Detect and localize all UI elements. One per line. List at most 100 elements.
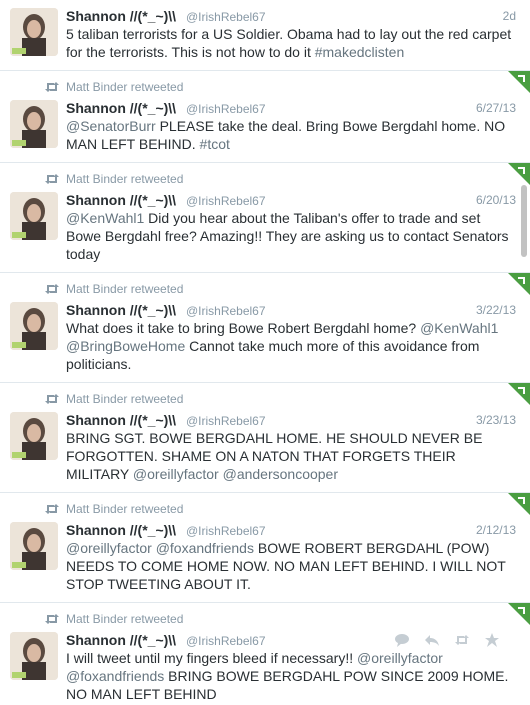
avatar-image <box>10 522 58 570</box>
avatar-image <box>10 192 58 240</box>
author-name[interactable]: Shannon //(*_~)\\ <box>66 302 176 318</box>
tweet-5[interactable]: Matt Binder retweeted Shannon //(*_~)\\ … <box>0 493 530 603</box>
tweet-text: 5 taliban terrorists for a US Soldier. O… <box>66 25 518 61</box>
avatar-image <box>10 302 58 350</box>
tweet-3[interactable]: Matt Binder retweeted Shannon //(*_~)\\ … <box>0 273 530 383</box>
author-handle[interactable]: @IrishRebel67 <box>186 304 266 318</box>
tweet-text: I will tweet until my fingers bleed if n… <box>66 649 518 703</box>
retweet-context: Matt Binder retweeted <box>44 612 183 626</box>
corner-icon <box>508 493 530 515</box>
tweet-text: @SenatorBurr PLEASE take the deal. Bring… <box>66 117 518 153</box>
conversation-icon[interactable] <box>394 633 410 647</box>
retweet-context: Matt Binder retweeted <box>44 392 183 406</box>
corner-icon <box>508 71 530 93</box>
retweeted-by-label[interactable]: Matt Binder retweeted <box>66 502 183 516</box>
mention-link[interactable]: @SenatorBurr <box>66 118 156 134</box>
author-name[interactable]: Shannon //(*_~)\\ <box>66 192 176 208</box>
retweeted-by-label[interactable]: Matt Binder retweeted <box>66 80 183 94</box>
author-handle[interactable]: @IrishRebel67 <box>186 634 266 648</box>
retweet-icon <box>45 284 59 294</box>
retweet-icon[interactable] <box>454 633 470 647</box>
retweet-icon <box>45 394 59 404</box>
retweeted-by-label[interactable]: Matt Binder retweeted <box>66 282 183 296</box>
retweet-context: Matt Binder retweeted <box>44 80 183 94</box>
tweet-text: @oreillyfactor @foxandfriends BOWE ROBER… <box>66 539 518 593</box>
mention-link[interactable]: @BringBoweHome <box>66 338 185 354</box>
avatar-image <box>10 8 58 56</box>
corner-icon <box>508 383 530 405</box>
tweet-timestamp[interactable]: 2d <box>503 7 516 25</box>
retweeted-by-label[interactable]: Matt Binder retweeted <box>66 172 183 186</box>
author-handle[interactable]: @IrishRebel67 <box>186 194 266 208</box>
tweet-header: Shannon //(*_~)\\ @IrishRebel67 3/22/13 <box>66 301 516 319</box>
tweet-timestamp[interactable]: 6/27/13 <box>476 99 516 117</box>
tweet-timestamp[interactable]: 3/23/13 <box>476 411 516 429</box>
tweet-0[interactable]: Shannon //(*_~)\\ @IrishRebel67 2d 5 tal… <box>0 0 530 71</box>
tweet-1[interactable]: Matt Binder retweeted Shannon //(*_~)\\ … <box>0 71 530 163</box>
author-name[interactable]: Shannon //(*_~)\\ <box>66 8 176 24</box>
corner-icon <box>508 163 530 185</box>
author-handle[interactable]: @IrishRebel67 <box>186 10 266 24</box>
mention-link[interactable]: @foxandfriends <box>156 540 254 556</box>
tweet-header: Shannon //(*_~)\\ @IrishRebel67 6/27/13 <box>66 99 516 117</box>
avatar[interactable] <box>10 100 58 148</box>
corner-icon <box>508 273 530 295</box>
retweet-icon <box>45 504 59 514</box>
author-name[interactable]: Shannon //(*_~)\\ <box>66 632 176 648</box>
avatar[interactable] <box>10 632 58 680</box>
tweet-2[interactable]: Matt Binder retweeted Shannon //(*_~)\\ … <box>0 163 530 273</box>
scrollbar-thumb[interactable] <box>521 185 527 257</box>
tweet-text: @KenWahl1 Did you hear about the Taliban… <box>66 209 518 263</box>
tweet-header: Shannon //(*_~)\\ @IrishRebel67 3/23/13 <box>66 411 516 429</box>
tweet-6[interactable]: Matt Binder retweeted Shannon //(*_~)\\ … <box>0 603 530 705</box>
author-handle[interactable]: @IrishRebel67 <box>186 414 266 428</box>
retweet-context: Matt Binder retweeted <box>44 502 183 516</box>
tweet-header: Shannon //(*_~)\\ @IrishRebel67 2/12/13 <box>66 521 516 539</box>
author-handle[interactable]: @IrishRebel67 <box>186 524 266 538</box>
avatar-image <box>10 100 58 148</box>
tweet-4[interactable]: Matt Binder retweeted Shannon //(*_~)\\ … <box>0 383 530 493</box>
corner-icon <box>508 603 530 625</box>
retweet-context: Matt Binder retweeted <box>44 282 183 296</box>
tweet-text: What does it take to bring Bowe Robert B… <box>66 319 518 373</box>
retweeted-by-label[interactable]: Matt Binder retweeted <box>66 612 183 626</box>
tweet-header: Shannon //(*_~)\\ @IrishRebel67 6/20/13 <box>66 191 516 209</box>
retweeted-by-label[interactable]: Matt Binder retweeted <box>66 392 183 406</box>
mention-link[interactable]: @KenWahl1 <box>420 320 498 336</box>
mention-link[interactable]: @KenWahl1 <box>66 210 144 226</box>
author-name[interactable]: Shannon //(*_~)\\ <box>66 412 176 428</box>
tweet-timestamp[interactable]: 3/22/13 <box>476 301 516 319</box>
avatar[interactable] <box>10 522 58 570</box>
avatar-image <box>10 632 58 680</box>
tweet-actions <box>394 633 500 647</box>
mention-link[interactable]: @andersoncooper <box>223 466 338 482</box>
avatar[interactable] <box>10 8 58 56</box>
avatar[interactable] <box>10 192 58 240</box>
tweet-text-part: I will tweet until my fingers bleed if n… <box>66 650 358 666</box>
mention-link[interactable]: @foxandfriends <box>66 668 164 684</box>
hashtag-link[interactable]: #tcot <box>200 136 230 152</box>
retweet-icon <box>45 614 59 624</box>
tweet-timestamp[interactable]: 6/20/13 <box>476 191 516 209</box>
mention-link[interactable]: @oreillyfactor <box>133 466 219 482</box>
retweet-context: Matt Binder retweeted <box>44 172 183 186</box>
tweet-header: Shannon //(*_~)\\ @IrishRebel67 <box>66 631 390 649</box>
reply-icon[interactable] <box>424 633 440 647</box>
retweet-icon <box>45 82 59 92</box>
avatar-image <box>10 412 58 460</box>
author-name[interactable]: Shannon //(*_~)\\ <box>66 522 176 538</box>
hashtag-link[interactable]: #makedclisten <box>315 44 405 60</box>
mention-link[interactable]: @oreillyfactor <box>66 540 152 556</box>
tweet-header: Shannon //(*_~)\\ @IrishRebel67 2d <box>66 7 516 25</box>
tweet-timestamp[interactable]: 2/12/13 <box>476 521 516 539</box>
tweet-text: BRING SGT. BOWE BERGDAHL HOME. HE SHOULD… <box>66 429 518 483</box>
mention-link[interactable]: @oreillyfactor <box>357 650 443 666</box>
tweet-text-part: 5 taliban terrorists for a US Soldier. O… <box>66 26 512 60</box>
avatar[interactable] <box>10 302 58 350</box>
author-name[interactable]: Shannon //(*_~)\\ <box>66 100 176 116</box>
avatar[interactable] <box>10 412 58 460</box>
favorite-icon[interactable] <box>484 633 500 647</box>
tweet-text-part: What does it take to bring Bowe Robert B… <box>66 320 421 336</box>
retweet-icon <box>45 174 59 184</box>
author-handle[interactable]: @IrishRebel67 <box>186 102 266 116</box>
